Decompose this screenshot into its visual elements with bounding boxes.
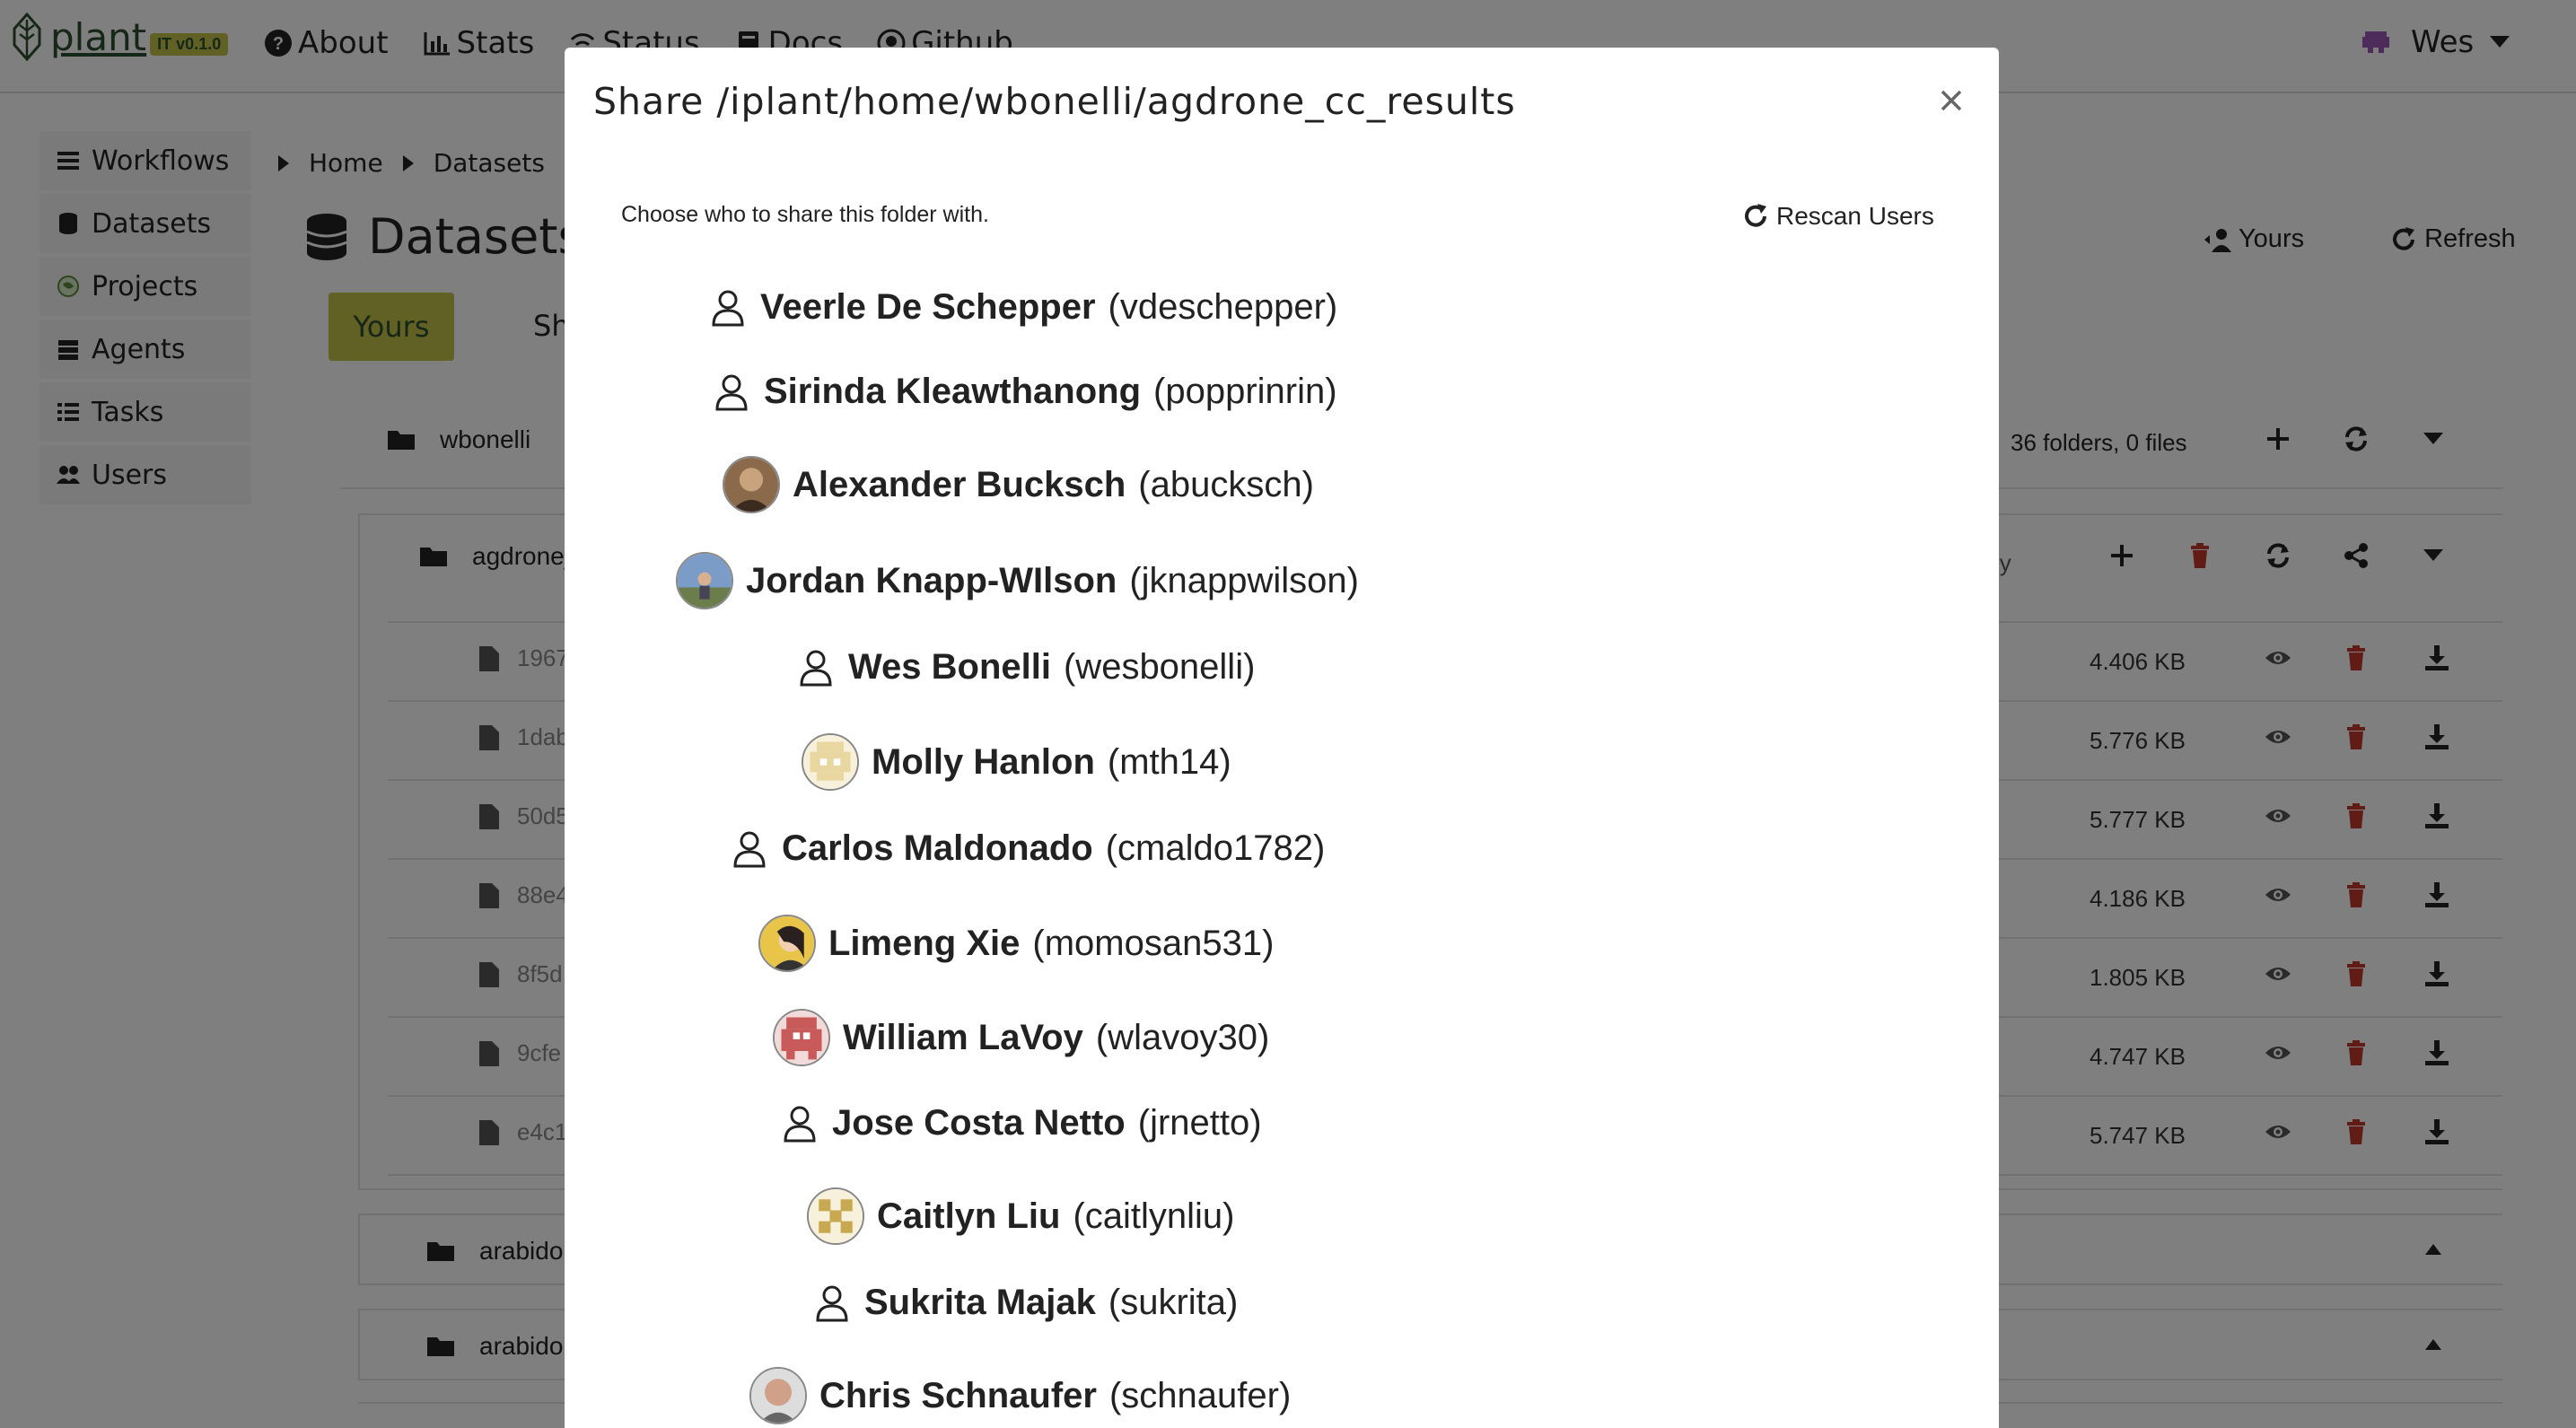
user-display-name: Jordan Knapp-WIlson [746, 560, 1117, 600]
user-display-name: Molly Hanlon [872, 741, 1095, 782]
user-outline-icon [796, 648, 836, 688]
user-photo-avatar [723, 456, 780, 513]
user-option[interactable]: Wes Bonelli (wesbonelli) [796, 647, 1255, 688]
user-outline-icon [780, 1104, 819, 1143]
user-handle: (jknappwilson) [1129, 560, 1359, 600]
user-photo-avatar [749, 1367, 807, 1424]
user-identicon-avatar [802, 733, 859, 791]
user-option[interactable]: Jose Costa Netto (jrnetto) [780, 1103, 1262, 1143]
user-handle: (vdeschepper) [1108, 287, 1338, 327]
user-handle: (abucksch) [1138, 464, 1314, 504]
user-option[interactable]: William LaVoy (wlavoy30) [773, 1009, 1269, 1066]
user-display-name: Caitlyn Liu [877, 1196, 1061, 1236]
user-display-name: Jose Costa Netto [832, 1103, 1126, 1143]
user-outline-icon [712, 372, 751, 412]
share-hint: Choose who to share this folder with. [621, 202, 989, 227]
user-outline-icon [812, 1283, 852, 1323]
user-handle: (sukrita) [1108, 1283, 1239, 1322]
user-display-name: Chris Schnaufer [819, 1375, 1097, 1415]
user-option[interactable]: Alexander Bucksch (abucksch) [723, 456, 1314, 513]
user-display-name: Alexander Bucksch [793, 464, 1126, 504]
user-option[interactable]: Veerle De Schepper (vdeschepper) [708, 287, 1337, 328]
share-modal: Share /iplant/home/wbonelli/agdrone_cc_r… [565, 48, 1999, 1428]
user-option[interactable]: Jordan Knapp-WIlson (jknappwilson) [676, 552, 1359, 609]
user-handle: (momosan531) [1032, 923, 1275, 963]
user-handle: (mth14) [1107, 741, 1231, 782]
user-option[interactable]: Caitlyn Liu (caitlynliu) [807, 1187, 1235, 1245]
user-display-name: Sirinda Kleawthanong [764, 372, 1142, 411]
user-display-name: Veerle De Schepper [760, 287, 1096, 327]
user-handle: (wlavoy30) [1095, 1017, 1270, 1057]
user-handle: (schnaufer) [1108, 1375, 1292, 1415]
user-option[interactable]: Carlos Maldonado (cmaldo1782) [730, 828, 1325, 869]
user-display-name: Sukrita Majak [864, 1283, 1096, 1322]
close-icon[interactable] [1938, 87, 1965, 114]
user-option[interactable]: Sukrita Majak (sukrita) [812, 1283, 1238, 1323]
user-display-name: William LaVoy [843, 1017, 1083, 1057]
redo-icon [1745, 204, 1766, 227]
user-handle: (cmaldo1782) [1105, 828, 1326, 868]
user-display-name: Limeng Xie [828, 923, 1021, 963]
user-identicon-avatar [807, 1187, 864, 1245]
user-option[interactable]: Sirinda Kleawthanong (popprinrin) [712, 372, 1337, 412]
user-handle: (popprinrin) [1153, 372, 1337, 411]
rescan-users-button[interactable]: Rescan Users [1742, 202, 1934, 231]
user-display-name: Carlos Maldonado [782, 828, 1093, 868]
user-handle: (caitlynliu) [1073, 1196, 1235, 1236]
user-option[interactable]: Molly Hanlon (mth14) [802, 733, 1231, 791]
rescan-users-label: Rescan Users [1776, 202, 1934, 230]
user-photo-avatar [758, 915, 816, 972]
user-outline-icon [708, 288, 748, 328]
user-display-name: Wes Bonelli [848, 647, 1051, 687]
user-option[interactable]: Limeng Xie (momosan531) [758, 915, 1274, 972]
user-option[interactable]: Chris Schnaufer (schnaufer) [749, 1367, 1291, 1424]
modal-title: Share /iplant/home/wbonelli/agdrone_cc_r… [593, 80, 1516, 123]
user-photo-avatar [676, 552, 733, 609]
user-handle: (wesbonelli) [1063, 647, 1256, 687]
user-handle: (jrnetto) [1137, 1103, 1262, 1143]
user-outline-icon [730, 829, 769, 869]
user-identicon-avatar [773, 1009, 830, 1066]
